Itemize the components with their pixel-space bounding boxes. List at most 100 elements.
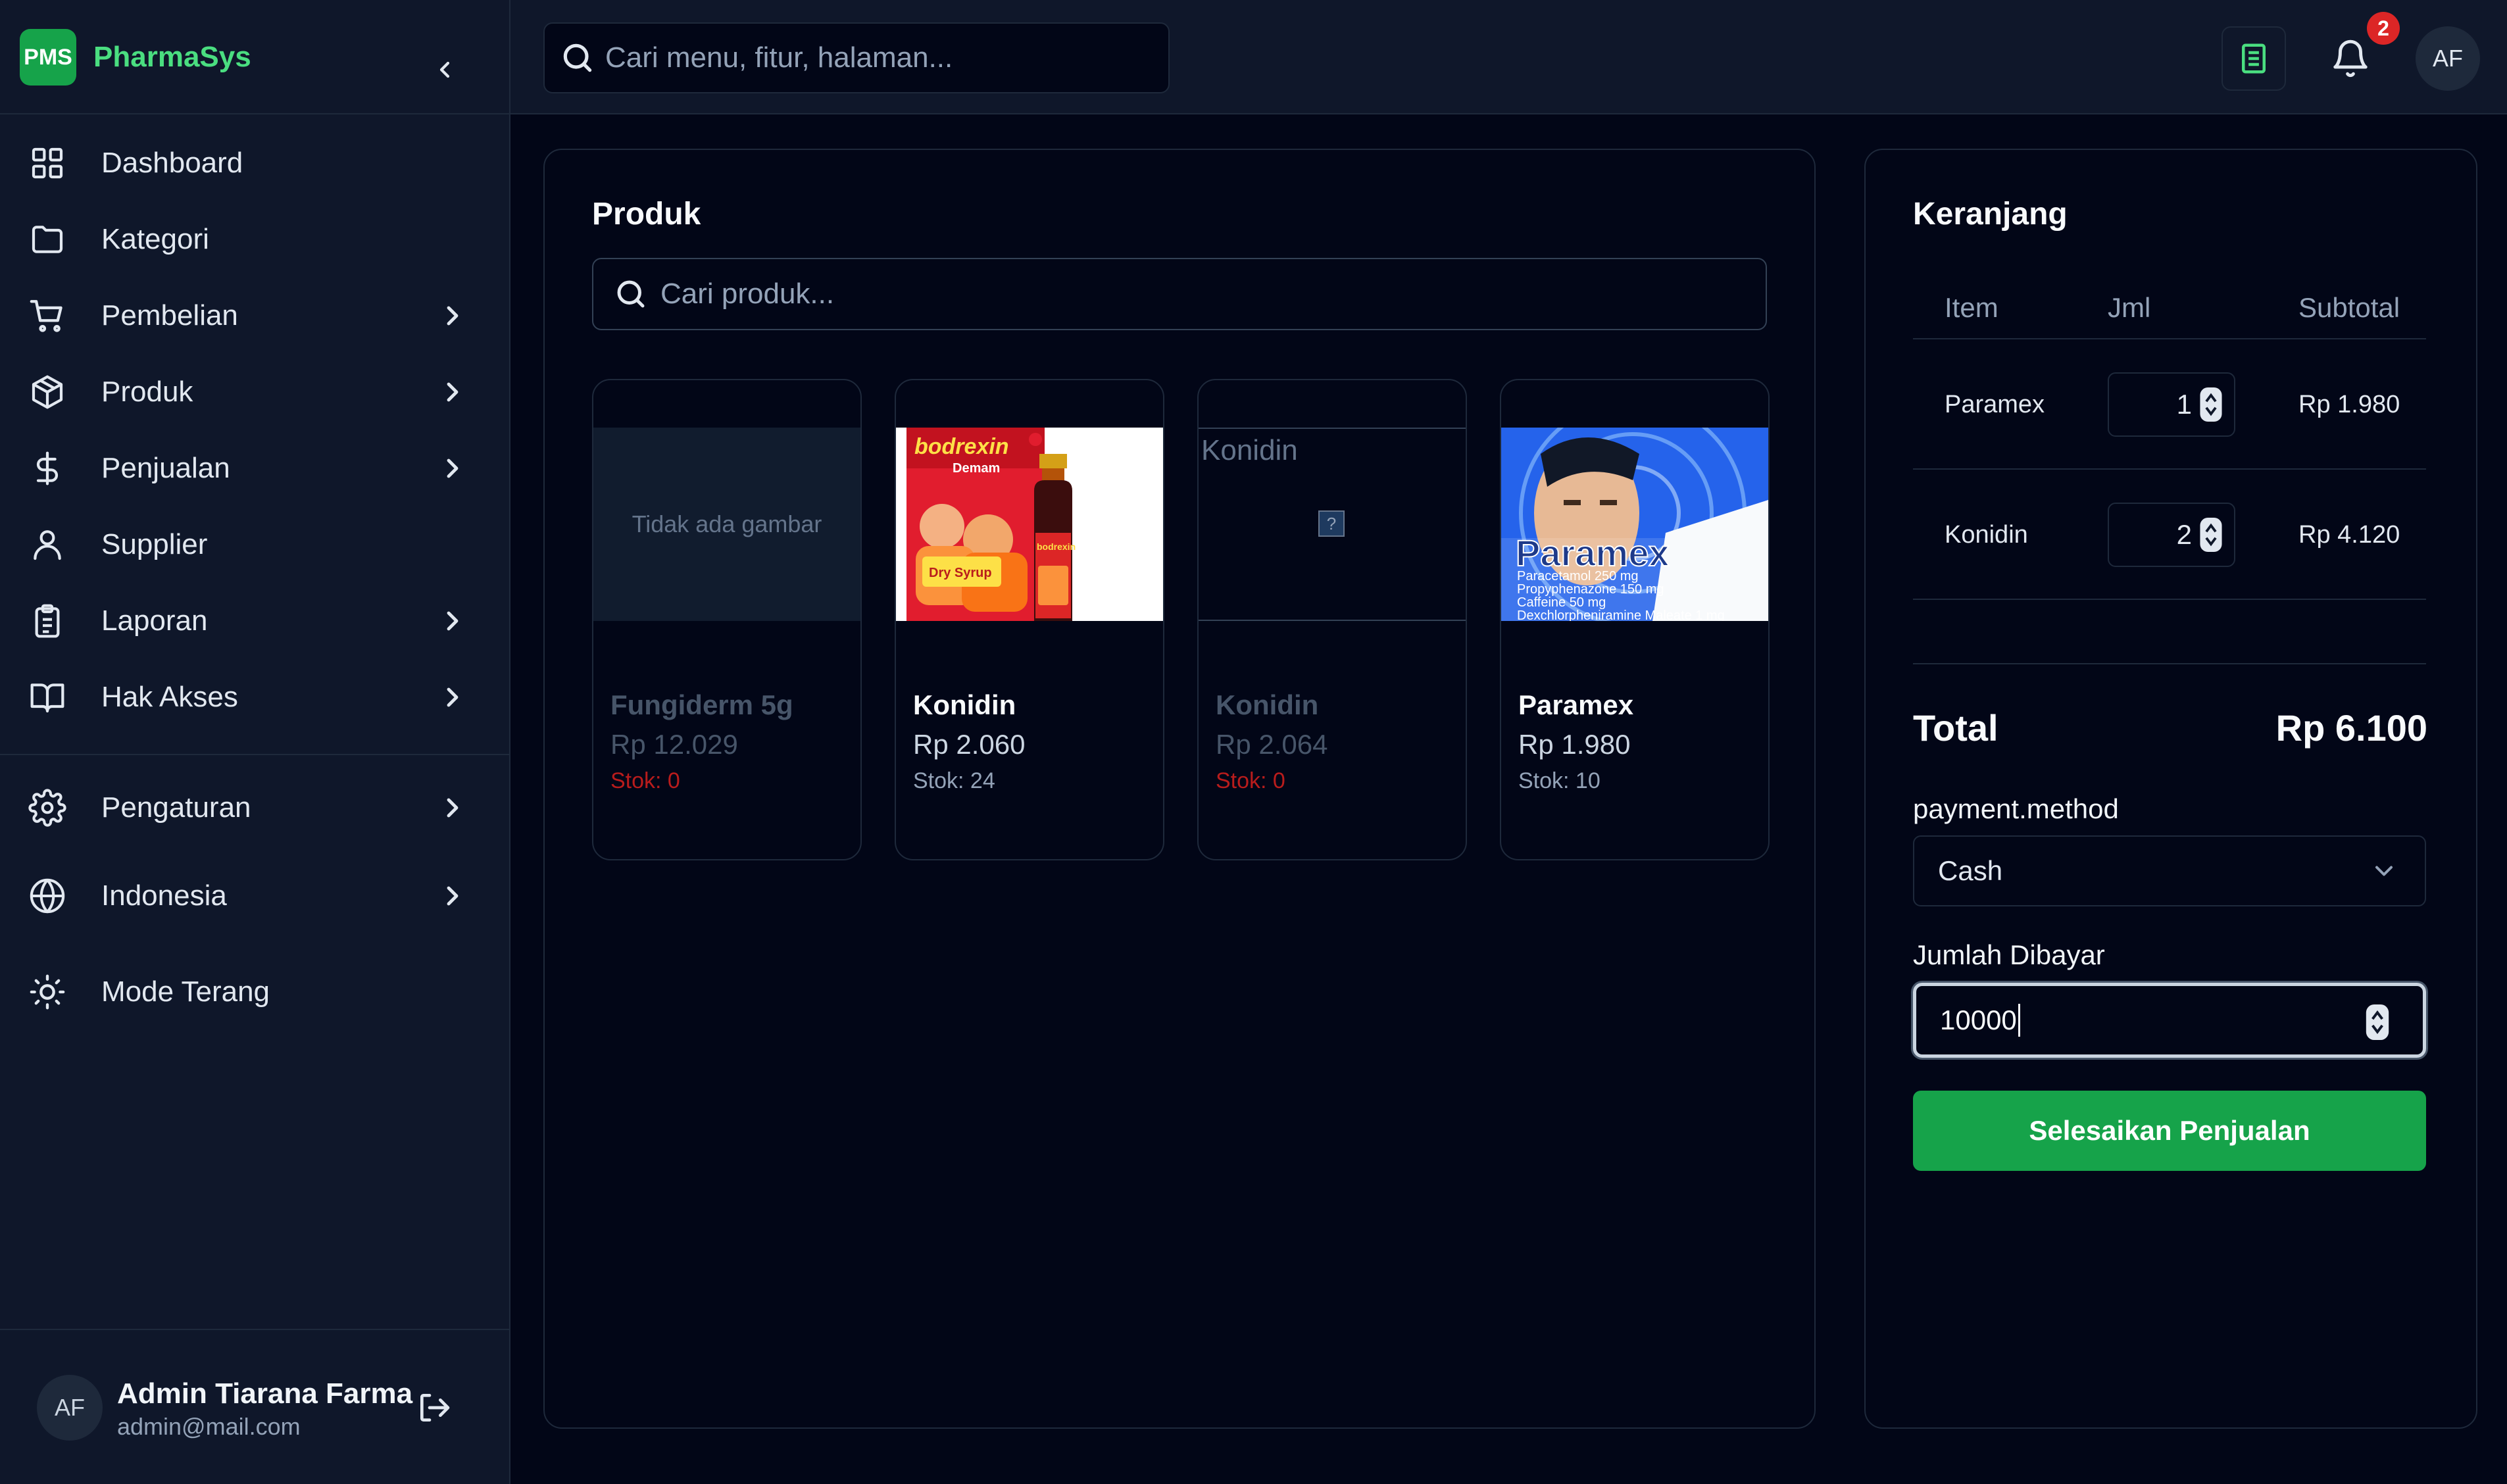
box-icon — [26, 371, 68, 413]
image-alt-text: Konidin — [1201, 434, 1298, 466]
quantity-stepper[interactable]: 1 — [2108, 372, 2235, 437]
sidebar-item-label: Supplier — [101, 528, 208, 560]
paid-amount-field[interactable]: 10000 — [1913, 983, 2426, 1058]
svg-text:Dry Syrup: Dry Syrup — [929, 566, 992, 580]
sidebar-item-theme-toggle[interactable]: Mode Terang — [26, 960, 480, 1024]
sun-icon — [26, 971, 68, 1013]
sidebar-item-pengaturan[interactable]: Pengaturan — [26, 776, 480, 839]
cart-icon — [26, 295, 68, 337]
column-header-item: Item — [1945, 292, 1998, 323]
product-price: Rp 12.029 — [610, 729, 738, 760]
quantity-stepper[interactable]: 2 — [2108, 503, 2235, 567]
collapse-sidebar-button[interactable] — [421, 46, 468, 93]
sidebar-item-hak-akses[interactable]: Hak Akses — [26, 666, 480, 729]
cart-table-header: Item Jml Subtotal — [1913, 279, 2426, 339]
sidebar-item-language[interactable]: Indonesia — [26, 864, 480, 928]
svg-text:Propyphenazone 150 mg: Propyphenazone 150 mg — [1517, 582, 1664, 597]
product-name: Konidin — [1216, 689, 1319, 720]
products-panel: Produk Tidak ada gambar Fungiderm 5g Rp … — [543, 149, 1816, 1429]
sidebar-item-label: Mode Terang — [101, 976, 270, 1008]
spinner-arrows-icon[interactable] — [2365, 1004, 2390, 1040]
sidebar-item-pembelian[interactable]: Pembelian — [26, 284, 480, 347]
product-card[interactable]: Tidak ada gambar Fungiderm 5g Rp 12.029 … — [592, 379, 862, 860]
broken-image-icon: ? — [1318, 510, 1345, 537]
book-icon — [26, 676, 68, 718]
sidebar-item-laporan[interactable]: Laporan — [26, 589, 480, 653]
document-icon — [2242, 43, 2266, 74]
dollar-icon — [26, 447, 68, 489]
product-price: Rp 2.060 — [913, 729, 1026, 760]
sidebar-item-dashboard[interactable]: Dashboard — [26, 132, 480, 195]
avatar[interactable]: AF — [2416, 26, 2480, 91]
table-row: Paramex 1 Rp 1.980 — [1913, 341, 2426, 470]
no-image-text: Tidak ada gambar — [632, 510, 822, 537]
sidebar-item-kategori[interactable]: Kategori — [26, 208, 480, 271]
avatar[interactable]: AF — [37, 1375, 103, 1441]
sidebar-item-label: Dashboard — [101, 147, 243, 179]
payment-method-label: payment.method — [1913, 793, 2119, 824]
payment-method-select[interactable]: Cash — [1913, 835, 2426, 906]
product-search[interactable] — [592, 258, 1767, 330]
brand-name[interactable]: PharmaSys — [93, 41, 251, 74]
product-stock: Stok: 0 — [1216, 768, 1285, 793]
column-header-subtotal: Subtotal — [2298, 292, 2400, 323]
gear-icon — [26, 787, 68, 829]
sidebar-item-label: Indonesia — [101, 879, 227, 912]
global-search-input[interactable] — [605, 41, 1145, 74]
cart-divider — [1913, 663, 2426, 664]
table-row: Konidin 2 Rp 4.120 — [1913, 471, 2426, 600]
svg-text:Dexchlorpheniramine Maleate 1: Dexchlorpheniramine Maleate 1 mg — [1517, 608, 1725, 621]
sidebar-item-penjualan[interactable]: Penjualan — [26, 437, 480, 500]
product-image: bodrexin Demam Dry Syrup bodrexin — [896, 428, 1163, 621]
product-stock: Stok: 24 — [913, 768, 995, 793]
svg-text:Paramex: Paramex — [1516, 532, 1670, 574]
user-profile: AF Admin Tiarana Farma admin@mail.com — [0, 1329, 509, 1484]
user-email: admin@mail.com — [117, 1413, 301, 1440]
sidebar-item-produk[interactable]: Produk — [26, 360, 480, 424]
spinner-arrows-icon[interactable] — [2200, 387, 2222, 422]
product-name: Fungiderm 5g — [610, 689, 793, 720]
total-value: Rp 6.100 — [2275, 707, 2427, 749]
products-title: Produk — [592, 197, 701, 232]
product-name: Konidin — [913, 689, 1016, 720]
sidebar-item-supplier[interactable]: Supplier — [26, 513, 480, 576]
folder-icon — [26, 218, 68, 260]
column-header-qty: Jml — [2108, 292, 2151, 323]
sidebar-item-label: Kategori — [101, 223, 209, 255]
sidebar-item-label: Pembelian — [101, 299, 238, 332]
cart-item-subtotal: Rp 1.980 — [2298, 391, 2400, 418]
globe-icon — [26, 875, 68, 917]
cart-title: Keranjang — [1913, 197, 2068, 232]
chevron-right-icon — [447, 382, 459, 402]
chevron-right-icon — [447, 306, 459, 326]
clipboard-icon — [26, 600, 68, 642]
receipt-button[interactable] — [2222, 26, 2286, 91]
product-card[interactable]: Paramex Paracetamol 250 mg Propyphenazon… — [1500, 379, 1770, 860]
global-search[interactable] — [543, 22, 1170, 93]
svg-text:bodrexin: bodrexin — [1037, 541, 1076, 552]
sidebar: PMS PharmaSys Dashboard Kategori Pembeli… — [0, 0, 510, 1484]
product-card[interactable]: bodrexin Demam Dry Syrup bodrexin Konidi… — [895, 379, 1164, 860]
spinner-arrows-icon[interactable] — [2200, 518, 2222, 552]
notification-count-badge: 2 — [2367, 12, 2400, 45]
svg-text:Caffeine 50 mg: Caffeine 50 mg — [1517, 595, 1606, 610]
product-search-input[interactable] — [660, 278, 1713, 310]
bell-icon — [2333, 39, 2368, 78]
product-image-placeholder: Tidak ada gambar — [593, 428, 860, 621]
logout-button[interactable] — [416, 1389, 455, 1429]
sidebar-divider — [0, 754, 509, 755]
product-image: Paramex Paracetamol 250 mg Propyphenazon… — [1501, 428, 1768, 621]
product-image-broken: Konidin ? — [1199, 428, 1466, 621]
topbar: 2 AF — [510, 0, 2507, 114]
search-icon — [617, 280, 645, 308]
cart-panel: Keranjang Item Jml Subtotal Paramex 1 Rp… — [1864, 149, 2477, 1429]
chevron-right-icon — [447, 798, 459, 818]
chevron-right-icon — [447, 687, 459, 707]
sidebar-item-label: Produk — [101, 376, 193, 408]
svg-text:bodrexin: bodrexin — [914, 434, 1009, 459]
paid-amount-value: 10000 — [1940, 1004, 2017, 1035]
grid-icon — [26, 142, 68, 184]
complete-sale-button[interactable]: Selesaikan Penjualan — [1913, 1091, 2426, 1171]
product-card[interactable]: Konidin ? Konidin Rp 2.064 Stok: 0 — [1197, 379, 1467, 860]
brand-logo[interactable]: PMS — [20, 29, 76, 86]
